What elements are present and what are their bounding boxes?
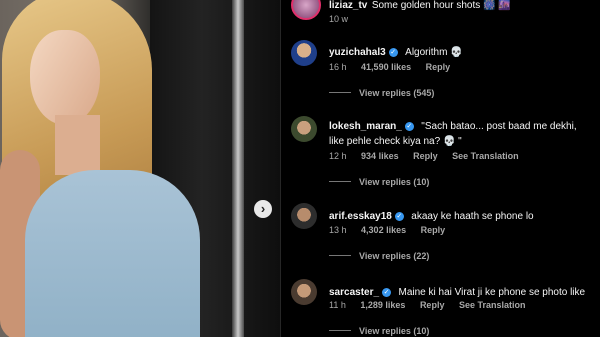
comment-time: 16 h (329, 62, 347, 72)
see-translation-button[interactable]: See Translation (459, 300, 526, 310)
verified-badge-icon: ✓ (388, 48, 398, 57)
comment-item: arif.esskay18 ✓ akaay ke haath se phone l… (329, 206, 592, 224)
comment-text: Some golden hour shots 🎆 🌆 (371, 0, 511, 11)
comment-time: 13 h (329, 225, 347, 235)
comment-item: lokesh_maran_ ✓ "Sach batao... post baad … (329, 118, 592, 148)
avatar[interactable] (291, 0, 321, 20)
avatar[interactable] (291, 203, 317, 229)
reply-button[interactable]: Reply (420, 300, 445, 310)
comment-item: sarcaster_ ✓ Maine ki hai Virat ji ke pho… (329, 282, 592, 300)
reply-button[interactable]: Reply (413, 151, 438, 161)
comment-text: Maine ki hai Virat ji ke phone se photo … (398, 287, 586, 298)
comment-likes[interactable]: 934 likes (361, 151, 399, 161)
comment-item: yuzichahal3 ✓ Algorithm 💀 (329, 42, 592, 60)
comment-time: 10 w (329, 14, 349, 24)
reply-button[interactable]: Reply (421, 225, 446, 235)
post-photo (0, 0, 280, 337)
view-replies-button[interactable]: View replies (22) (329, 251, 429, 261)
comment-username[interactable]: arif.esskay18 (329, 211, 392, 222)
comment-username[interactable]: yuzichahal3 (329, 47, 386, 58)
view-replies-button[interactable]: View replies (545) (329, 88, 434, 98)
view-replies-button[interactable]: View replies (10) (329, 177, 429, 187)
see-translation-button[interactable]: See Translation (452, 151, 519, 161)
avatar[interactable] (291, 116, 317, 142)
reply-button[interactable]: Reply (426, 62, 451, 72)
comment-likes[interactable]: 4,302 likes (361, 225, 406, 235)
comment-likes[interactable]: 1,289 likes (360, 300, 405, 310)
comment-time: 11 h (329, 300, 346, 310)
avatar[interactable] (291, 40, 317, 66)
comments-panel: liziaz_tv Some golden hour shots 🎆 🌆 10 … (281, 0, 600, 337)
comment-username[interactable]: lokesh_maran_ (329, 121, 402, 132)
comment-username[interactable]: liziaz_tv (329, 0, 367, 11)
comment-text: Algorithm 💀 (405, 47, 463, 58)
comment-time: 12 h (329, 151, 347, 161)
view-replies-button[interactable]: View replies (10) (329, 326, 429, 336)
chevron-right-icon[interactable]: › (254, 200, 272, 218)
comment-text: akaay ke haath se phone lo (411, 211, 534, 222)
comment-username[interactable]: sarcaster_ (329, 287, 379, 298)
comment-likes[interactable]: 41,590 likes (361, 62, 411, 72)
avatar[interactable] (291, 279, 317, 305)
verified-badge-icon: ✓ (382, 288, 392, 297)
verified-badge-icon: ✓ (394, 212, 404, 221)
verified-badge-icon: ✓ (404, 122, 414, 131)
